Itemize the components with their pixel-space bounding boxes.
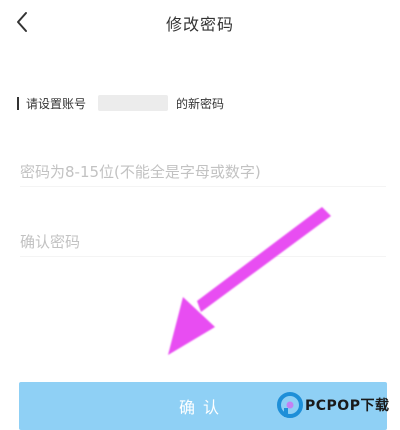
annotation-arrow-icon: [168, 207, 331, 355]
confirm-password-field: [20, 228, 386, 257]
confirm-button[interactable]: 确认: [19, 382, 387, 430]
page-title: 修改密码: [165, 15, 234, 34]
confirm-button-label: 确认: [178, 398, 227, 417]
app-header: 修改密码: [0, 0, 400, 44]
account-hint: 请设置账号 的新密码: [17, 93, 224, 113]
account-hint-prefix: 请设置账号: [26, 96, 87, 111]
new-password-input[interactable]: [20, 158, 386, 186]
confirm-password-input[interactable]: [20, 228, 386, 256]
account-mask: [98, 95, 169, 111]
hint-marker: [17, 96, 19, 110]
account-hint-suffix: 的新密码: [176, 96, 225, 111]
new-password-field: [20, 158, 386, 187]
